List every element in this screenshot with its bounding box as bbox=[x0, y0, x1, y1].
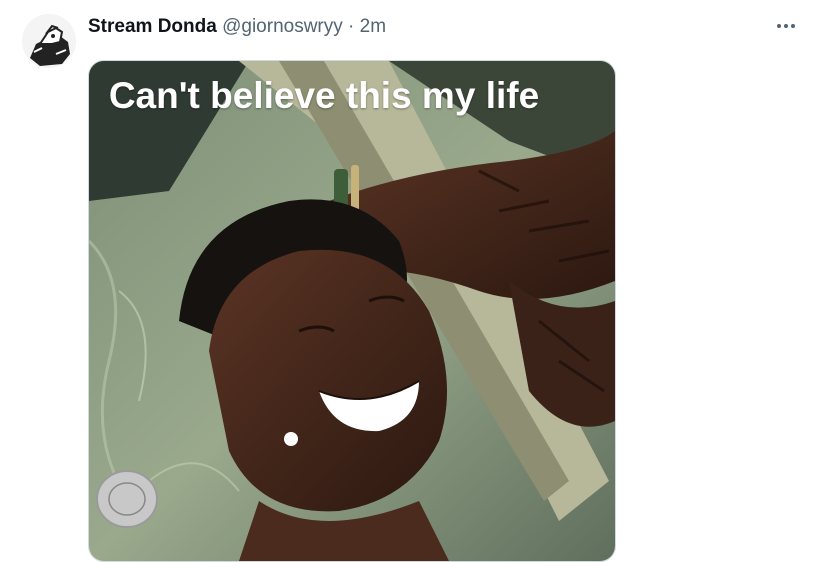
tweet-header: Stream Donda @giornoswryy · 2m bbox=[88, 15, 386, 39]
meme-photo bbox=[89, 61, 615, 561]
avatar-sketch-image bbox=[22, 14, 76, 68]
more-horizontal-icon[interactable] bbox=[772, 14, 800, 38]
separator-dot: · bbox=[348, 16, 355, 37]
timestamp[interactable]: 2m bbox=[360, 16, 386, 37]
avatar[interactable] bbox=[22, 14, 76, 68]
display-name[interactable]: Stream Donda bbox=[88, 16, 217, 37]
tweet-media-image[interactable]: Can't believe this my life bbox=[88, 60, 616, 562]
meme-caption: Can't believe this my life bbox=[108, 75, 540, 116]
user-handle[interactable]: @giornoswryy bbox=[222, 16, 343, 37]
